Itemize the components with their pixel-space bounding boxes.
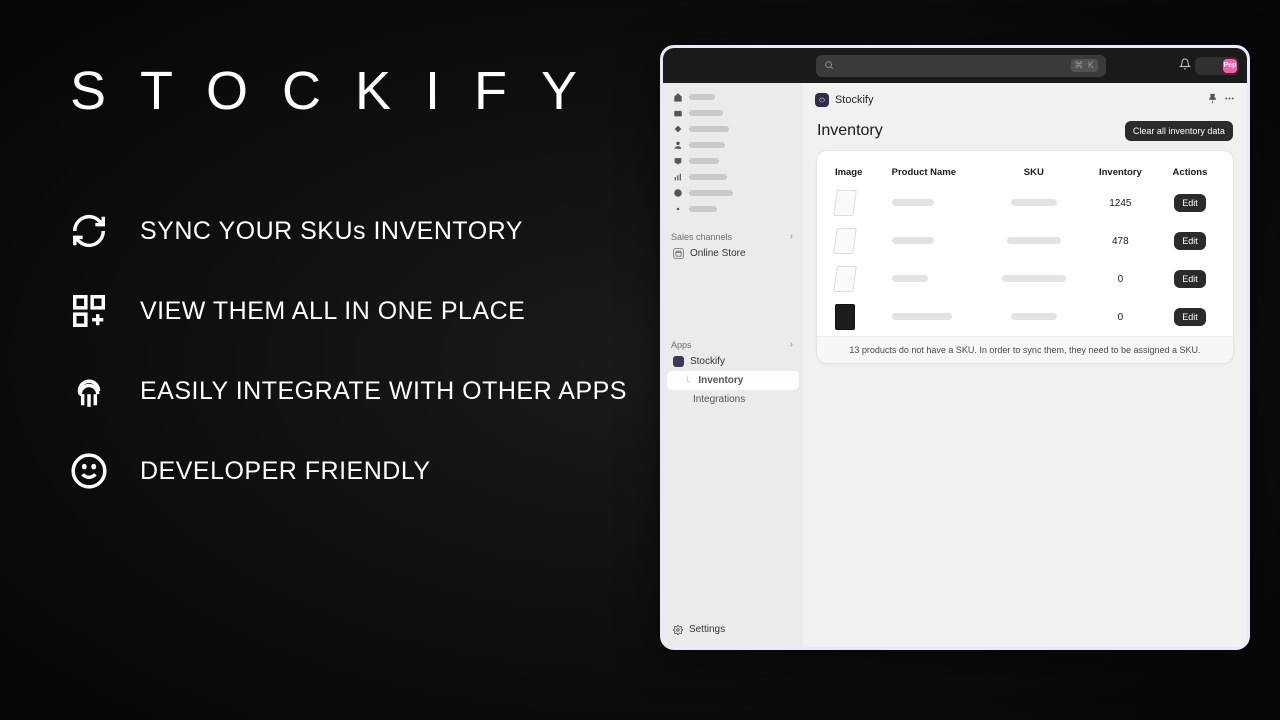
table-row: 0 Edit [817,260,1233,298]
sidebar-item-stockify[interactable]: Stockify [667,352,799,371]
more-icon[interactable] [1224,91,1235,109]
edit-button[interactable]: Edit [1174,308,1206,326]
product-name-placeholder [892,275,928,282]
grid-icon [70,292,108,330]
store-icon [673,248,684,259]
page-heading: Inventory [817,122,883,140]
chevron-right-icon[interactable]: › [790,231,793,242]
inventory-label: Inventory [698,375,743,386]
inventory-value: 0 [1084,298,1157,336]
sync-icon [70,212,108,250]
chevron-right-icon[interactable]: › [790,339,793,350]
col-sku: SKU [984,161,1084,184]
feature-cloud: EASILY INTEGRATE WITH OTHER APPS [70,372,627,410]
search-input[interactable]: ⌘ K [816,55,1106,77]
nav-item-marketing[interactable] [667,185,799,201]
feature-smile: DEVELOPER FRIENDLY [70,452,627,490]
account-chip[interactable]: Pep [1195,57,1239,75]
sidebar-item-inventory[interactable]: └ Inventory [667,371,799,390]
app-name-label: Stockify [690,356,725,367]
edit-button[interactable]: Edit [1174,270,1206,288]
product-name-placeholder [892,199,934,206]
integrations-label: Integrations [693,394,745,405]
sku-placeholder [1007,237,1061,244]
clear-inventory-button[interactable]: Clear all inventory data [1125,121,1233,141]
app-logo-icon [815,93,829,107]
nav-item-discounts[interactable] [667,201,799,217]
edit-button[interactable]: Edit [1174,232,1206,250]
main-content: Stockify Inventory Clear all inventory d… [803,83,1247,647]
tree-line-icon: └ [684,376,690,386]
inventory-value: 1245 [1084,184,1157,222]
col-product-name: Product Name [884,161,984,184]
smile-icon [70,452,108,490]
sku-placeholder [1002,275,1066,282]
col-image: Image [817,161,884,184]
avatar: Pep [1223,59,1237,73]
search-icon [824,57,834,75]
product-thumbnail [833,190,857,216]
feature-grid: VIEW THEM ALL IN ONE PLACE [70,292,627,330]
table-row: 1245 Edit [817,184,1233,222]
feature-text: EASILY INTEGRATE WITH OTHER APPS [140,377,627,406]
sku-placeholder [1011,313,1057,320]
nav-item-analytics[interactable] [667,169,799,185]
app-icon [673,356,684,367]
notifications-icon[interactable] [1179,57,1191,75]
feature-sync: SYNC YOUR SKUs INVENTORY [70,212,627,250]
sku-placeholder [1011,199,1057,206]
page-app-title: Stockify [835,94,874,106]
nav-item-customers[interactable] [667,137,799,153]
feature-text: SYNC YOUR SKUs INVENTORY [140,217,523,246]
pin-icon[interactable] [1207,91,1218,109]
product-thumbnail [833,228,857,254]
gear-icon [673,625,683,635]
product-thumbnail [835,304,855,330]
inventory-value: 0 [1084,260,1157,298]
inventory-value: 478 [1084,222,1157,260]
inventory-table-card: Image Product Name SKU Inventory Actions [817,151,1233,363]
nav-item-orders[interactable] [667,105,799,121]
sidebar-item-settings[interactable]: Settings [667,618,799,641]
nav-item-products[interactable] [667,121,799,137]
edit-button[interactable]: Edit [1174,194,1206,212]
app-window: ⌘ K Pep [660,45,1250,650]
col-actions: Actions [1157,161,1233,184]
inventory-table: Image Product Name SKU Inventory Actions [817,161,1233,336]
col-inventory: Inventory [1084,161,1157,184]
product-name-placeholder [892,313,952,320]
titlebar: ⌘ K Pep [663,48,1247,83]
product-thumbnail [833,266,857,292]
online-store-label: Online Store [690,248,746,259]
table-row: 478 Edit [817,222,1233,260]
nav-item-content[interactable] [667,153,799,169]
table-row: 0 Edit [817,298,1233,336]
apps-header: Apps › [667,333,799,352]
sidebar-item-integrations[interactable]: Integrations [667,390,799,409]
keyboard-shortcut: ⌘ K [1071,59,1098,72]
nav-item-home[interactable] [667,89,799,105]
sku-warning-notice: 13 products do not have a SKU. In order … [817,336,1233,363]
product-name-placeholder [892,237,934,244]
brand-title: STOCKIFY [70,60,627,122]
sidebar: Sales channels › Online Store Apps › [663,83,803,647]
sidebar-item-online-store[interactable]: Online Store [667,244,799,263]
cloud-icon [70,372,108,410]
settings-label: Settings [689,624,725,635]
feature-text: VIEW THEM ALL IN ONE PLACE [140,297,525,326]
sales-channels-header: Sales channels › [667,225,799,244]
feature-text: DEVELOPER FRIENDLY [140,457,431,486]
